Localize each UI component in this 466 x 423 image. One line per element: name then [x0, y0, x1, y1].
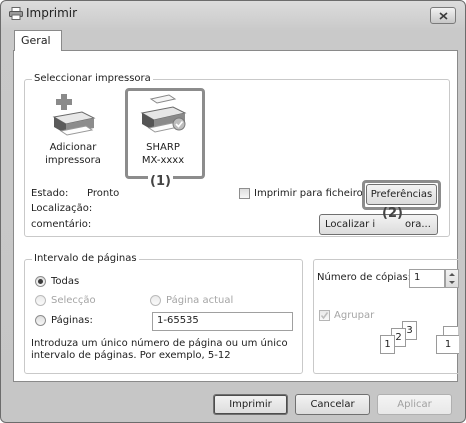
- copies-label: Número de cópias:: [317, 272, 412, 283]
- comment-label: comentário:: [31, 219, 92, 230]
- window-title: Imprimir: [26, 6, 78, 20]
- collate-page: 1: [380, 335, 395, 354]
- add-printer-icon: [52, 94, 96, 136]
- page-range-help-2: intervalo de páginas. Por exemplo, 5-12: [31, 350, 231, 361]
- copies-spinner[interactable]: [445, 269, 459, 288]
- print-dialog: Imprimir Geral Seleccionar impressora Ad…: [0, 0, 466, 423]
- radio-all-label: Todas: [51, 276, 80, 287]
- collate-checkbox[interactable]: [319, 310, 330, 321]
- print-to-file-label: Imprimir para ficheiro: [254, 188, 363, 199]
- add-printer-item[interactable]: Adicionar impressora: [42, 91, 104, 167]
- check-icon: [320, 312, 329, 320]
- copies-input[interactable]: 1: [409, 269, 445, 288]
- radio-current-page[interactable]: [150, 295, 161, 306]
- close-button[interactable]: [430, 7, 456, 24]
- apply-button[interactable]: Aplicar: [377, 394, 452, 415]
- tab-geral[interactable]: Geral: [14, 30, 62, 51]
- printer-icon: [9, 7, 23, 20]
- callout-2: (2): [382, 206, 403, 221]
- print-button[interactable]: Imprimir: [213, 394, 288, 415]
- cancel-button[interactable]: Cancelar: [295, 394, 370, 415]
- radio-all[interactable]: [35, 276, 46, 287]
- collate-page: 1: [436, 335, 459, 354]
- callout-1: (1): [148, 174, 173, 189]
- collate-label: Agrupar: [334, 310, 375, 321]
- select-printer-label: Seleccionar impressora: [32, 73, 153, 84]
- radio-current-page-label: Página actual: [166, 295, 234, 306]
- find-printer-button[interactable]: Localizar i ora...: [319, 214, 438, 235]
- page-range-label: Intervalo de páginas: [32, 253, 139, 264]
- radio-pages-label: Páginas:: [51, 315, 93, 326]
- pages-input[interactable]: 1-65535: [152, 312, 293, 331]
- radio-pages[interactable]: [35, 315, 46, 326]
- close-icon: [439, 12, 448, 20]
- add-printer-label-2: impressora: [45, 155, 101, 166]
- radio-selection[interactable]: [35, 295, 46, 306]
- radio-selection-label: Selecção: [51, 295, 96, 306]
- find-printer-label-right: ora...: [405, 219, 431, 230]
- spinner-arrows-icon: [449, 273, 455, 284]
- location-label: Localização:: [31, 203, 93, 214]
- status-value: Pronto: [87, 188, 120, 199]
- general-panel: Seleccionar impressora Adicionar impress…: [13, 50, 459, 382]
- collate-illustration: 3 2 1 1: [374, 321, 459, 361]
- status-label: Estado:: [31, 188, 69, 199]
- page-range-help-1: Introduza um único número de página ou u…: [31, 338, 288, 349]
- find-printer-label-left: Localizar i: [325, 219, 376, 230]
- preferences-button[interactable]: Preferências: [366, 184, 437, 205]
- print-to-file-checkbox[interactable]: [239, 188, 250, 199]
- add-printer-label-1: Adicionar: [49, 142, 97, 153]
- printer-highlight: [125, 88, 205, 179]
- title-bar: Imprimir: [1, 1, 465, 27]
